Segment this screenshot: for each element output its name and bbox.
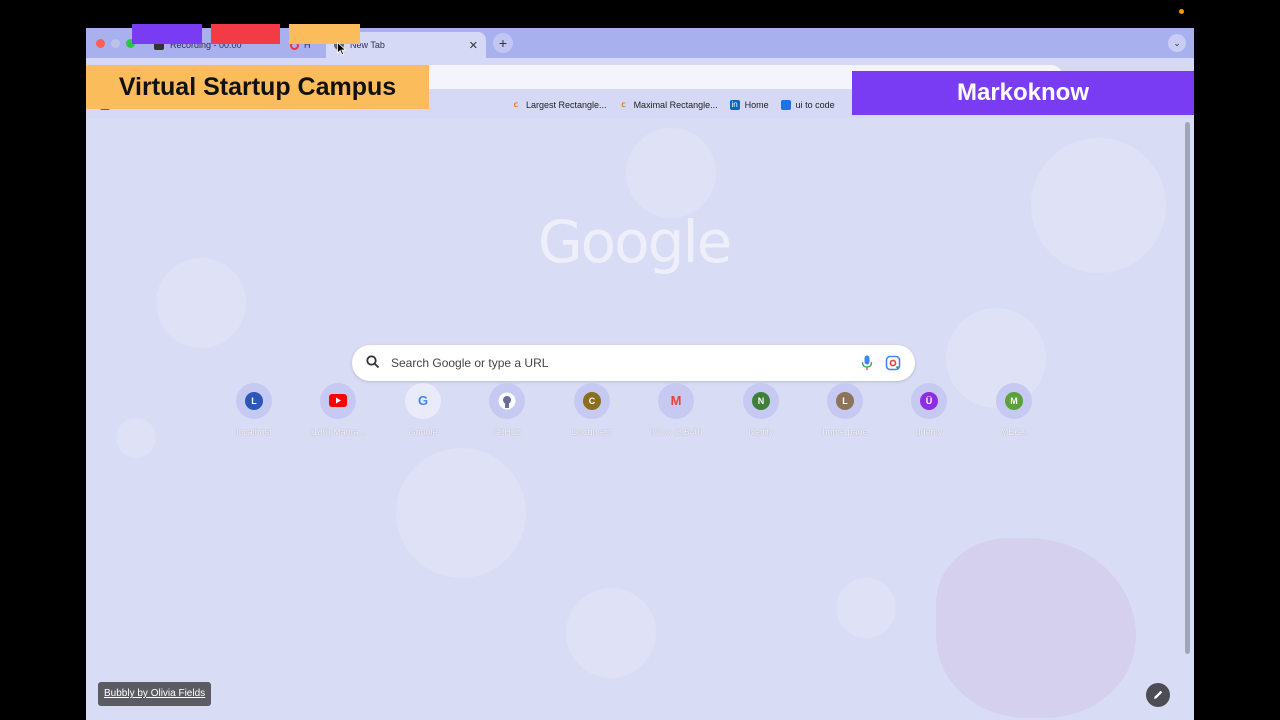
bookmark-label: ui to code [795,100,835,110]
google-lens-icon[interactable] [885,355,901,371]
shortcut-google[interactable]: G Google [381,376,465,446]
shortcut-label: MEGA [1000,427,1028,437]
shortcut-label: home page [822,427,868,437]
shortcut-github[interactable]: GitHub [465,376,549,446]
bookmark-label: Home [744,100,769,110]
leetcode-icon: ⅽ [621,100,626,109]
background-bubble [566,588,656,678]
background-illustration [936,538,1136,718]
new-tab-page: Google Search Google or type a URL L loc… [86,118,1194,720]
shortcut-label: Document [571,427,613,437]
shortcut-home-page[interactable]: L home page [803,376,887,446]
shortcut-youtube[interactable]: (180) Mahra... [296,376,380,446]
shortcut-document[interactable]: C Document [550,376,634,446]
leetcode-icon: ⅽ [513,100,519,109]
mouse-cursor-icon [337,42,347,56]
tab-search-button[interactable]: ⌄ [1168,34,1186,52]
linkedin-icon: in [729,100,740,110]
bookmark-home[interactable]: in Home [729,100,769,110]
shortcut-label: GitHub [492,427,521,437]
close-window-button[interactable] [96,39,105,48]
shortcut-icon: L [236,383,272,419]
shortcut-label: Netlify [748,427,774,437]
background-bubble [156,258,246,348]
search-icon [366,355,380,369]
yellow-swatch [289,24,360,44]
scrollbar[interactable] [1183,118,1192,680]
shortcut-gmail[interactable]: M Inbox (3,540) [634,376,718,446]
github-icon [489,383,525,419]
google-logo: Google [537,208,733,276]
shortcut-icon: L [827,383,863,419]
system-status-dot [1179,9,1184,14]
shortcut-label: (180) Mahra... [309,427,367,437]
shortcut-label: udemy [915,427,943,437]
youtube-icon [320,383,356,419]
bookmark-maximal-rectangle[interactable]: ⅽ Maximal Rectangle... [619,100,718,110]
pencil-icon [1154,690,1163,699]
background-bubble [626,128,716,218]
red-swatch [211,24,280,44]
bookmark-largest-rectangle[interactable]: ⅽ Largest Rectangle... [511,100,607,110]
gmail-icon: M [658,383,694,419]
shortcut-icon: N [743,383,779,419]
background-attribution-link[interactable]: Bubbly by Olivia Fields [98,682,212,706]
purple-swatch [132,24,202,44]
bookmark-label: Maximal Rectangle... [633,100,718,110]
shortcut-udemy[interactable]: Ü udemy [887,376,971,446]
search-placeholder: Search Google or type a URL [391,356,549,370]
shortcut-mega[interactable]: M MEGA [972,376,1056,446]
background-bubble [1031,138,1166,273]
shortcut-label: localhost [236,427,272,437]
bookmark-icon [780,100,791,110]
shortcut-label: Google [408,427,438,437]
customize-button[interactable] [1146,683,1170,707]
background-bubble [116,418,156,458]
voice-search-icon[interactable] [861,355,873,371]
browser-window: Recording - 00:00 H New Tab ✕ + ⌄ ⅽ Larg… [86,28,1194,720]
shortcut-label: Inbox (3,540) [649,427,703,437]
shortcut-netlify[interactable]: N Netlify [719,376,803,446]
udemy-icon: Ü [911,383,947,419]
close-tab-icon[interactable]: ✕ [469,39,478,52]
scrollbar-thumb[interactable] [1185,122,1190,654]
background-bubble [396,448,526,578]
background-bubble [836,578,896,638]
bookmark-label: Largest Rectangle... [526,100,607,110]
bookmark-ui-to-code[interactable]: ui to code [780,100,835,110]
shortcut-icon: M [996,383,1032,419]
shortcut-localhost[interactable]: L localhost [212,376,296,446]
minimize-window-button[interactable] [111,39,120,48]
shortcut-icon: C [574,383,610,419]
new-tab-button[interactable]: + [493,33,513,53]
overlay-banner-right: Markoknow [852,71,1194,115]
google-icon: G [405,383,441,419]
screen: Recording - 00:00 H New Tab ✕ + ⌄ ⅽ Larg… [0,0,1280,720]
overlay-banner-left: Virtual Startup Campus [86,65,429,109]
